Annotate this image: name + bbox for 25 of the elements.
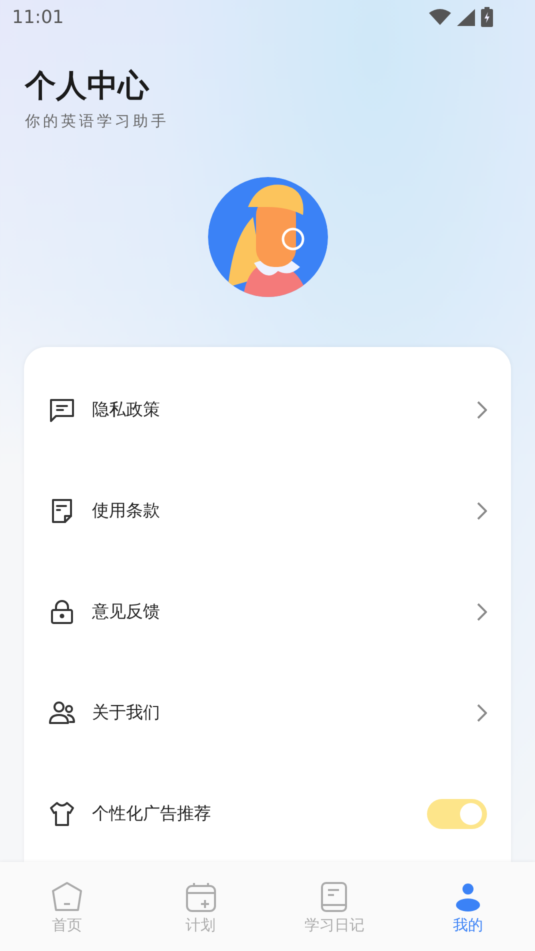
page-subtitle: 你的英语学习助手 — [25, 112, 170, 131]
menu-label: 个性化广告推荐 — [92, 803, 212, 825]
battery-icon — [481, 7, 493, 27]
chevron-right-icon[interactable] — [477, 400, 487, 418]
pentagon-icon — [50, 880, 84, 914]
shirt-icon — [48, 800, 76, 828]
chevron-right-icon[interactable] — [477, 602, 487, 620]
lock-icon — [48, 598, 76, 626]
calendar-icon — [184, 880, 218, 914]
menu-label: 使用条款 — [92, 500, 161, 522]
tab[interactable]: 学习日记 — [268, 862, 402, 951]
tab[interactable]: 首页 — [0, 862, 134, 951]
chevron-right-icon[interactable] — [477, 704, 487, 722]
page-title: 个人中心 — [25, 67, 150, 106]
menu-label: 隐私政策 — [92, 399, 161, 421]
chevron-right-icon[interactable] — [477, 502, 487, 520]
status-time: 11:01 — [12, 6, 64, 28]
toggle-switch[interactable] — [427, 798, 487, 828]
menu-label: 关于我们 — [92, 702, 161, 724]
wifi-icon — [429, 9, 451, 25]
people-icon — [48, 698, 76, 726]
menu-label: 意见反馈 — [92, 601, 161, 623]
tab[interactable]: 计划 — [134, 862, 268, 951]
tab[interactable]: 我的 — [401, 862, 535, 951]
signal-icon — [457, 8, 475, 26]
